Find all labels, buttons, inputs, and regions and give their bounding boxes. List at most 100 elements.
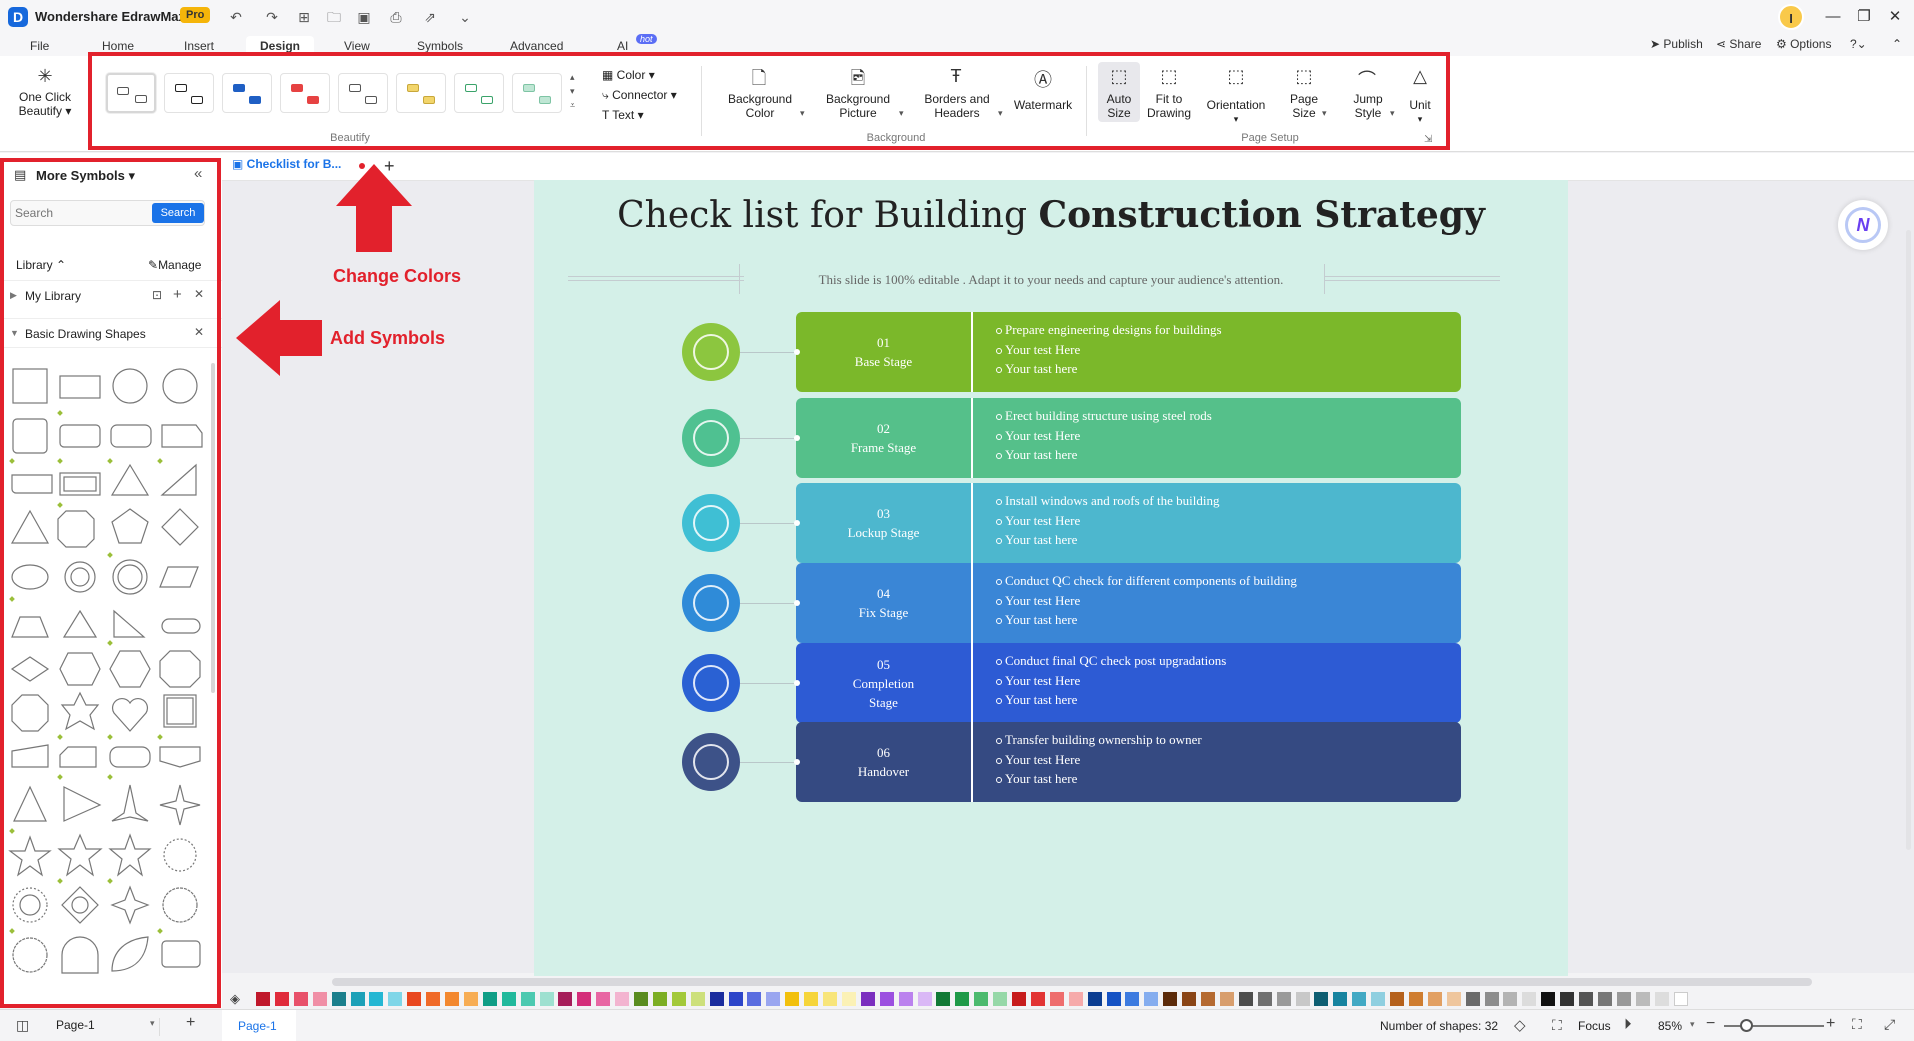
color-swatch[interactable] [898, 992, 913, 1006]
color-swatch[interactable] [539, 992, 554, 1006]
fit-page-icon[interactable]: ⛶ [1852, 1016, 1862, 1033]
zoom-out-icon[interactable]: − [1706, 1015, 1715, 1033]
color-swatch[interactable] [256, 992, 270, 1006]
checklist-item[interactable]: Your test Here [996, 591, 1297, 611]
restore-icon[interactable]: ❐ [1849, 5, 1879, 29]
color-swatch[interactable] [1087, 992, 1102, 1006]
color-swatch[interactable] [1597, 992, 1612, 1006]
page-panel-icon[interactable]: ◫ [16, 1017, 29, 1034]
color-swatch[interactable] [1163, 992, 1178, 1006]
color-swatch[interactable] [369, 992, 384, 1006]
fullscreen-icon[interactable]: ⤢ [1884, 1016, 1895, 1033]
color-swatch[interactable] [1522, 992, 1537, 1006]
checklist-item[interactable]: Transfer building ownership to owner [996, 730, 1202, 750]
document-tab[interactable]: ▣ Checklist for B... [232, 157, 341, 171]
color-swatch[interactable] [274, 992, 289, 1006]
stage-icon-circle[interactable] [682, 323, 740, 381]
checklist-item[interactable]: Your test Here [996, 671, 1226, 691]
color-swatch[interactable] [331, 992, 346, 1006]
color-swatch[interactable] [1276, 992, 1291, 1006]
color-swatch[interactable] [1068, 992, 1083, 1006]
color-swatch[interactable] [634, 992, 648, 1006]
color-swatch[interactable] [747, 992, 762, 1006]
open-folder-icon[interactable]: 🗀 [324, 7, 344, 27]
print-icon[interactable]: ⎙ [386, 7, 406, 27]
collapse-ribbon-icon[interactable]: ⌃ [1892, 37, 1902, 51]
zoom-in-icon[interactable]: + [1826, 1015, 1835, 1033]
page-subtitle[interactable]: This slide is 100% editable . Adapt it t… [534, 272, 1568, 288]
checklist-item[interactable]: Your tast here [996, 690, 1226, 710]
color-swatch[interactable] [1030, 992, 1045, 1006]
color-swatch[interactable] [1219, 992, 1234, 1006]
stage-card[interactable]: 01 Base Stage Prepare engineering designs … [794, 312, 1461, 392]
color-swatch[interactable] [1635, 992, 1650, 1006]
stage-card[interactable]: 05 Completion Stage Conduct final QC check… [794, 643, 1461, 723]
color-swatch[interactable] [1371, 992, 1386, 1006]
color-swatch[interactable] [993, 992, 1008, 1006]
color-swatch[interactable] [785, 992, 800, 1006]
color-swatch[interactable] [671, 992, 686, 1006]
color-swatch[interactable] [1257, 992, 1272, 1006]
color-swatch[interactable] [1560, 992, 1575, 1006]
focus-icon[interactable]: ⛶ [1552, 1017, 1562, 1034]
color-swatch[interactable] [1106, 992, 1121, 1006]
color-swatch[interactable] [860, 992, 875, 1006]
checklist-item[interactable]: Install windows and roofs of the buildin… [996, 491, 1219, 511]
color-swatch[interactable] [1408, 992, 1423, 1006]
color-swatch[interactable] [558, 992, 573, 1006]
stage-card[interactable]: 06 Handover Transfer building ownership to… [794, 722, 1461, 802]
user-avatar[interactable]: I [1778, 4, 1804, 30]
color-swatch[interactable] [463, 992, 478, 1006]
checklist-item[interactable]: Your tast here [996, 359, 1222, 379]
color-swatch[interactable] [690, 992, 705, 1006]
color-swatch[interactable] [1427, 992, 1442, 1006]
checklist-item[interactable]: Conduct final QC check post upgradations [996, 651, 1226, 671]
color-swatch[interactable] [728, 992, 743, 1006]
horizontal-scrollbar[interactable] [332, 978, 1812, 986]
close-icon[interactable]: ✕ [1880, 5, 1910, 29]
page-title[interactable]: Check list for Building Construction Str… [534, 194, 1568, 236]
play-icon[interactable]: ⏵ [1624, 1016, 1632, 1033]
color-swatch[interactable] [1465, 992, 1480, 1006]
checklist-item[interactable]: Your test Here [996, 750, 1202, 770]
color-swatch[interactable] [426, 992, 441, 1006]
color-swatch[interactable] [482, 992, 497, 1006]
new-file-icon[interactable]: ⊞ [294, 7, 314, 27]
zoom-slider-handle[interactable] [1740, 1019, 1753, 1032]
color-swatch[interactable] [879, 992, 894, 1006]
color-swatch[interactable] [1390, 992, 1404, 1006]
slide-page[interactable]: Check list for Building Construction Str… [534, 180, 1568, 976]
color-swatch[interactable] [1012, 992, 1026, 1006]
tab-file[interactable]: File [16, 36, 63, 56]
checklist-item[interactable]: Your test Here [996, 340, 1222, 360]
zoom-slider-track[interactable] [1724, 1025, 1824, 1027]
color-swatch[interactable] [955, 992, 970, 1006]
checklist-item[interactable]: Your test Here [996, 511, 1219, 531]
color-swatch[interactable] [652, 992, 667, 1006]
export-icon[interactable]: ⇗ [420, 7, 440, 27]
color-swatch[interactable] [709, 992, 724, 1006]
checklist-item[interactable]: Your test Here [996, 426, 1212, 446]
stage-card[interactable]: 04 Fix Stage Conduct QC check for differen… [794, 563, 1461, 643]
add-page-icon[interactable]: + [186, 1014, 195, 1032]
color-swatch[interactable] [936, 992, 951, 1006]
color-swatch[interactable] [1541, 992, 1556, 1006]
vertical-scrollbar[interactable] [1906, 230, 1911, 850]
color-swatch[interactable] [1654, 992, 1669, 1006]
customize-arrow-icon[interactable]: ⌄ [455, 7, 475, 27]
color-swatch[interactable] [1446, 992, 1461, 1006]
stage-icon-circle[interactable] [682, 409, 740, 467]
checklist-item[interactable]: Your tast here [996, 769, 1202, 789]
color-swatch[interactable] [1333, 992, 1348, 1006]
color-swatch[interactable] [1673, 992, 1688, 1006]
color-swatch[interactable] [388, 992, 403, 1006]
color-swatch[interactable] [1049, 992, 1064, 1006]
color-swatch[interactable] [1352, 992, 1367, 1006]
checklist-item[interactable]: Your tast here [996, 530, 1219, 550]
stage-icon-circle[interactable] [682, 574, 740, 632]
color-swatch[interactable] [350, 992, 365, 1006]
color-swatch[interactable] [1616, 992, 1631, 1006]
checklist-item[interactable]: Conduct QC check for different component… [996, 571, 1297, 591]
checklist-item[interactable]: Your tast here [996, 445, 1212, 465]
color-swatch[interactable] [1201, 992, 1215, 1006]
